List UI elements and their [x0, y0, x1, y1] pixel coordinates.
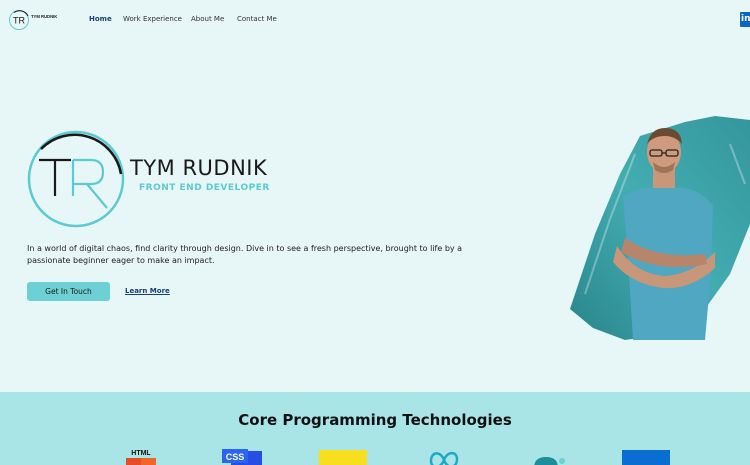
meta-icon	[428, 448, 460, 465]
linkedin-icon[interactable]: in	[740, 12, 750, 27]
svg-text:HTML: HTML	[131, 450, 151, 457]
hero-monogram-logo	[27, 130, 125, 228]
nav-link-contact-me[interactable]: Contact Me	[237, 15, 277, 23]
tech-icon-5	[532, 448, 572, 465]
nav-link-home[interactable]: Home	[89, 15, 112, 23]
svg-text:TYM RUDNIK: TYM RUDNIK	[31, 14, 57, 19]
nav-link-about-me[interactable]: About Me	[191, 15, 224, 23]
core-technologies-section: Core Programming Technologies HTML CSS	[0, 392, 750, 465]
learn-more-link[interactable]: Learn More	[125, 287, 170, 295]
get-in-touch-button[interactable]: Get In Touch	[27, 282, 110, 301]
nav-link-work-experience[interactable]: Work Experience	[123, 15, 182, 23]
top-nav: TR TYM RUDNIK Home Work Experience About…	[0, 0, 750, 40]
css3-icon: CSS	[221, 448, 263, 465]
hero-name: TYM RUDNIK	[130, 156, 268, 180]
javascript-icon	[319, 448, 367, 465]
profile-portrait	[570, 116, 750, 340]
svg-text:CSS: CSS	[226, 452, 245, 462]
svg-text:TR: TR	[13, 16, 25, 26]
hero-role: FRONT END DEVELOPER	[139, 183, 270, 193]
tech-icon-6	[622, 448, 670, 465]
site-logo[interactable]: TR TYM RUDNIK	[8, 9, 60, 31]
section-title: Core Programming Technologies	[238, 411, 512, 429]
hero-tagline: In a world of digital chaos, find clarit…	[27, 244, 463, 265]
html5-icon: HTML	[125, 448, 157, 465]
